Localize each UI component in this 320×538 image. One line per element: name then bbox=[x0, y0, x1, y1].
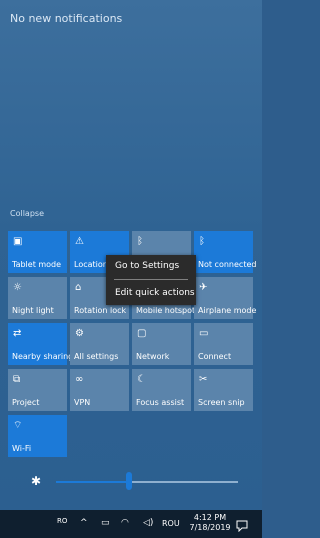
tile-focus-assist[interactable]: ☾ Focus assist bbox=[132, 369, 191, 411]
tile-label: Location bbox=[74, 260, 108, 269]
tile-connect[interactable]: ▭ Connect bbox=[194, 323, 253, 365]
volume-icon[interactable]: ◁) bbox=[143, 517, 153, 529]
tile-tablet-mode[interactable]: ▣ Tablet mode bbox=[8, 231, 67, 273]
project-icon: ⧉ bbox=[13, 374, 21, 385]
tile-screen-snip[interactable]: ✂ Screen snip bbox=[194, 369, 253, 411]
tile-label: Night light bbox=[12, 306, 54, 315]
collapse-link[interactable]: Collapse bbox=[10, 209, 44, 218]
context-menu: Go to Settings Edit quick actions bbox=[106, 255, 196, 305]
tile-vpn[interactable]: ∞ VPN bbox=[70, 369, 129, 411]
tile-all-settings[interactable]: ⚙ All settings bbox=[70, 323, 129, 365]
tile-not-connected[interactable]: ᛒ Not connected bbox=[194, 231, 257, 273]
focus-assist-icon: ☾ bbox=[137, 374, 146, 385]
wifi-tray-icon[interactable]: ◠ bbox=[121, 517, 129, 529]
nearby-sharing-icon: ⇄ bbox=[13, 328, 22, 339]
tile-night-light[interactable]: ☼ Night light bbox=[8, 277, 67, 319]
menu-item-edit-quick-actions[interactable]: Edit quick actions bbox=[115, 288, 195, 298]
notification-center-icon[interactable] bbox=[236, 517, 248, 533]
airplane-icon: ✈ bbox=[199, 282, 208, 293]
tile-wi-fi[interactable]: ⌔ Wi-Fi bbox=[8, 415, 67, 457]
screen-snip-icon: ✂ bbox=[199, 374, 208, 385]
tile-label: Wi-Fi bbox=[12, 444, 32, 453]
bluetooth-icon: ᛒ bbox=[199, 236, 205, 247]
settings-icon: ⚙ bbox=[75, 328, 84, 339]
connect-icon: ▭ bbox=[199, 328, 209, 339]
night-light-icon: ☼ bbox=[13, 282, 22, 293]
tile-label: Network bbox=[136, 352, 170, 361]
bluetooth-icon: ᛒ bbox=[137, 236, 143, 247]
wifi-icon: ⌔ bbox=[13, 420, 23, 431]
no-notifications-text: No new notifications bbox=[10, 12, 123, 25]
input-indicator-small[interactable]: RO bbox=[57, 515, 67, 527]
taskbar: RO ^ ▭ ◠ ◁) ROU 4:12 PM 7/18/2019 bbox=[0, 510, 262, 538]
tile-label: Project bbox=[12, 398, 40, 407]
brightness-slider-thumb[interactable] bbox=[125, 472, 132, 490]
tile-label: Not connected bbox=[198, 260, 257, 269]
tile-network[interactable]: ▢ Network bbox=[132, 323, 191, 365]
tile-label: Rotation lock bbox=[74, 306, 127, 315]
tile-label: Tablet mode bbox=[12, 260, 62, 269]
tile-label: Airplane mode bbox=[198, 306, 257, 315]
action-center-panel: No new notifications Collapse ▣ Tablet mo… bbox=[0, 0, 262, 510]
tile-project[interactable]: ⧉ Project bbox=[8, 369, 67, 411]
tile-airplane-mode[interactable]: ✈ Airplane mode bbox=[194, 277, 257, 319]
tile-label: Connect bbox=[198, 352, 232, 361]
language-indicator[interactable]: ROU bbox=[162, 518, 180, 530]
tile-label: VPN bbox=[74, 398, 91, 407]
tile-label: Screen snip bbox=[198, 398, 245, 407]
time-text: 4:12 PM bbox=[193, 513, 227, 522]
keyboard-icon[interactable]: ▭ bbox=[101, 517, 110, 529]
brightness-slider-fill bbox=[56, 481, 129, 483]
menu-item-go-to-settings[interactable]: Go to Settings bbox=[115, 261, 179, 271]
tile-label: All settings bbox=[74, 352, 119, 361]
tablet-mode-icon: ▣ bbox=[13, 236, 23, 247]
vpn-icon: ∞ bbox=[75, 374, 84, 385]
clock[interactable]: 4:12 PM 7/18/2019 bbox=[188, 513, 232, 533]
tile-nearby-sharing[interactable]: ⇄ Nearby sharing bbox=[8, 323, 73, 365]
date-text: 7/18/2019 bbox=[189, 523, 231, 532]
menu-divider bbox=[114, 279, 188, 280]
location-icon: ⚠ bbox=[75, 236, 84, 247]
brightness-row: ✱ bbox=[0, 468, 262, 496]
chevron-up-icon[interactable]: ^ bbox=[80, 517, 88, 529]
tile-label: Nearby sharing bbox=[12, 352, 74, 361]
tile-label: Focus assist bbox=[136, 398, 185, 407]
brightness-icon: ✱ bbox=[31, 474, 42, 488]
rotation-lock-icon: ⌂ bbox=[75, 282, 82, 293]
tile-label: Mobile hotspot bbox=[136, 306, 196, 315]
network-icon: ▢ bbox=[137, 328, 147, 339]
